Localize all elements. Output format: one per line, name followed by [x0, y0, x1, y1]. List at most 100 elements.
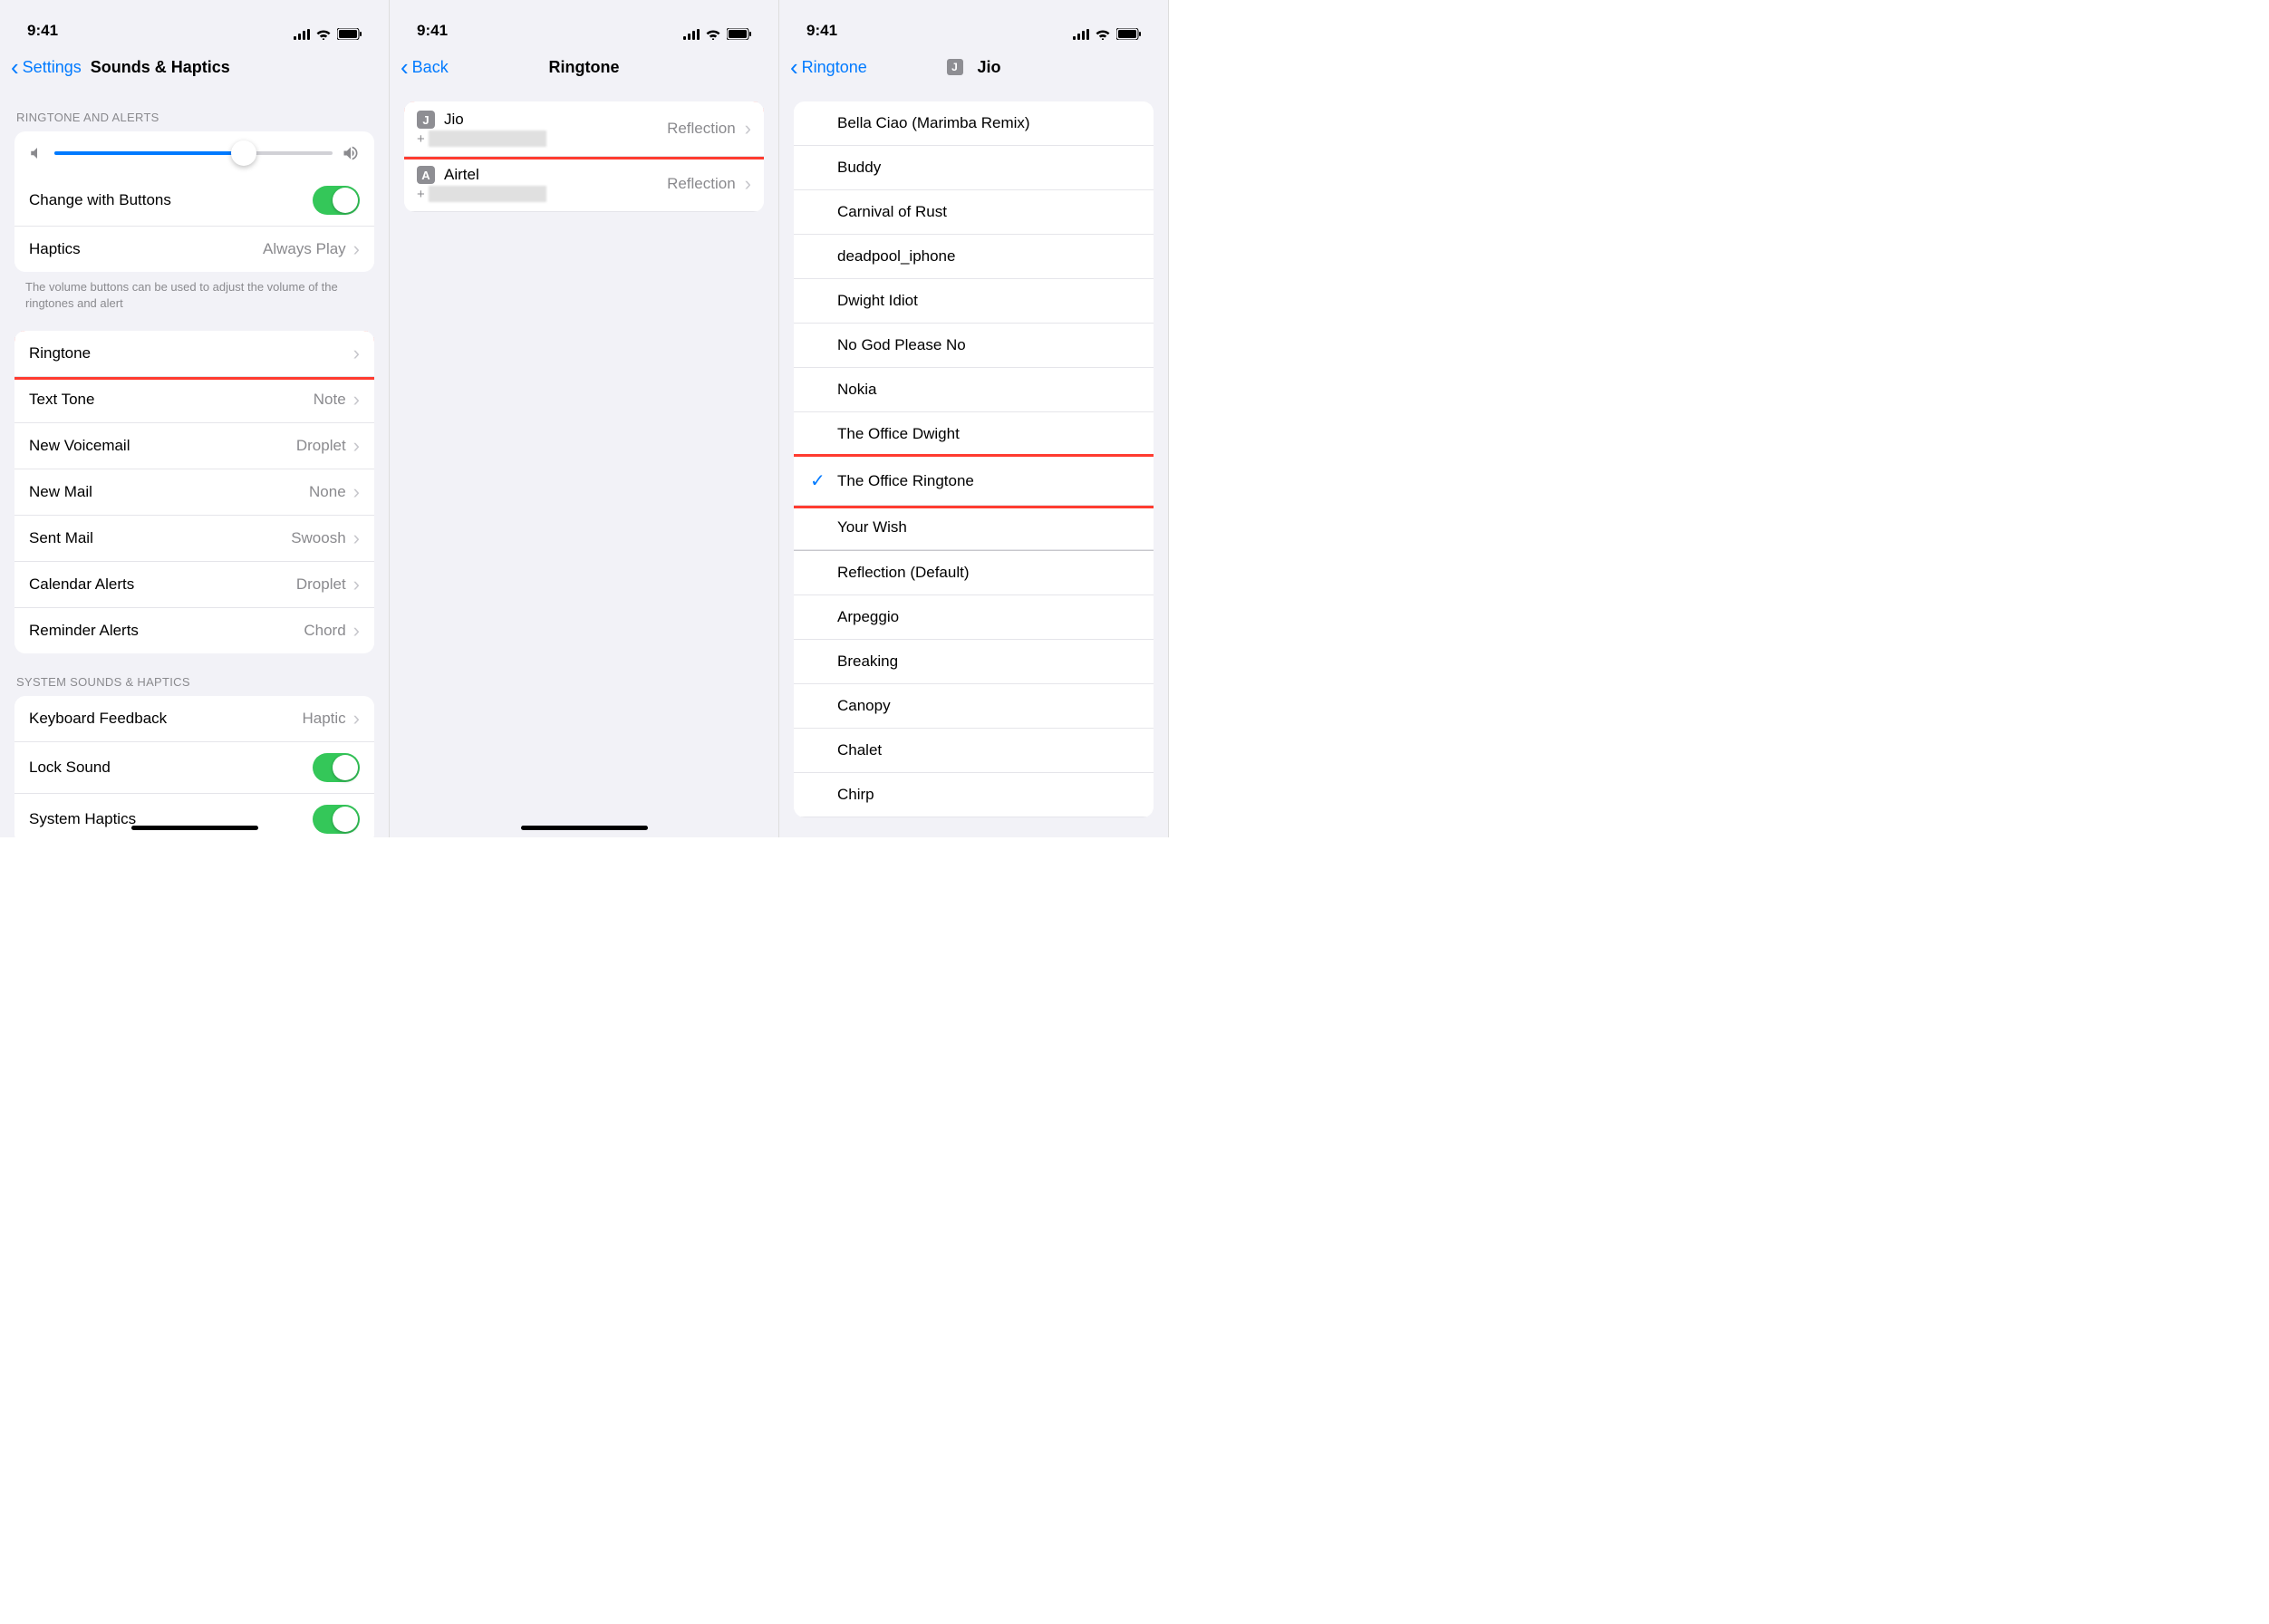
back-label: Ringtone	[802, 58, 867, 77]
chevron-right-icon: ›	[353, 573, 360, 596]
title-text: Jio	[977, 58, 1000, 77]
status-indicators	[1073, 28, 1141, 40]
system-haptics-row[interactable]: System Haptics	[14, 794, 374, 837]
tone-name: Breaking	[837, 652, 1139, 671]
sound-row-sent-mail[interactable]: Sent MailSwoosh›	[14, 516, 374, 562]
lock-sound-row[interactable]: Lock Sound	[14, 742, 374, 794]
tone-row[interactable]: Your Wish	[794, 506, 1154, 550]
cellular-icon	[1073, 29, 1089, 40]
back-button[interactable]: ‹ Back	[401, 55, 449, 79]
status-indicators	[683, 28, 751, 40]
tone-row[interactable]: Chalet	[794, 729, 1154, 773]
sound-row-calendar-alerts[interactable]: Calendar AlertsDroplet›	[14, 562, 374, 608]
tone-name: Bella Ciao (Marimba Remix)	[837, 114, 1139, 132]
tone-row[interactable]: Carnival of Rust	[794, 190, 1154, 235]
row-label: New Voicemail	[29, 437, 296, 455]
tone-name: Nokia	[837, 381, 1139, 399]
sound-row-new-mail[interactable]: New MailNone›	[14, 469, 374, 516]
keyboard-feedback-row[interactable]: Keyboard Feedback Haptic ›	[14, 696, 374, 742]
status-time: 9:41	[27, 22, 58, 40]
chevron-right-icon: ›	[745, 172, 751, 196]
wifi-icon	[315, 28, 332, 40]
tone-row[interactable]: No God Please No	[794, 324, 1154, 368]
chevron-left-icon: ‹	[11, 55, 19, 79]
sim-name: Airtel	[444, 166, 479, 184]
sim-subtitle: +	[417, 186, 667, 202]
chevron-right-icon: ›	[353, 480, 360, 504]
tone-row[interactable]: Bella Ciao (Marimba Remix)	[794, 102, 1154, 146]
row-value: Droplet	[296, 437, 346, 455]
sound-row-ringtone[interactable]: Ringtone›	[14, 331, 374, 377]
sim-row-airtel[interactable]: AAirtel+Reflection›	[404, 157, 764, 212]
screen-ringtone-picker: 9:41 ‹ Ringtone J Jio Bella Ciao (Marimb…	[779, 0, 1169, 837]
tone-name: No God Please No	[837, 336, 1139, 354]
back-button[interactable]: ‹ Settings	[11, 55, 82, 79]
change-with-buttons-row[interactable]: Change with Buttons	[14, 175, 374, 227]
sim-subtitle: +	[417, 130, 667, 147]
tone-row[interactable]: Arpeggio	[794, 595, 1154, 640]
row-label: Ringtone	[29, 344, 346, 362]
tone-name: deadpool_iphone	[837, 247, 1139, 266]
row-label: Keyboard Feedback	[29, 710, 302, 728]
toggle-system-haptics[interactable]	[313, 805, 360, 834]
tone-row[interactable]: Breaking	[794, 640, 1154, 684]
content-scroll[interactable]: Bella Ciao (Marimba Remix) Buddy Carnival …	[779, 89, 1168, 837]
tones-group: Bella Ciao (Marimba Remix) Buddy Carnival …	[794, 102, 1154, 817]
tone-row[interactable]: The Office Dwight	[794, 412, 1154, 457]
system-group: Keyboard Feedback Haptic › Lock Sound Sy…	[14, 696, 374, 837]
back-button[interactable]: ‹ Ringtone	[790, 55, 867, 79]
sound-row-text-tone[interactable]: Text ToneNote›	[14, 377, 374, 423]
battery-icon	[727, 28, 751, 40]
tone-row[interactable]: deadpool_iphone	[794, 235, 1154, 279]
status-time: 9:41	[417, 22, 448, 40]
tone-name: Carnival of Rust	[837, 203, 1139, 221]
home-indicator[interactable]	[521, 826, 648, 830]
tone-name: Chalet	[837, 741, 1139, 759]
slider-thumb[interactable]	[231, 140, 256, 166]
footer-note: The volume buttons can be used to adjust…	[0, 272, 389, 311]
tone-row[interactable]: Dwight Idiot	[794, 279, 1154, 324]
navigation-bar: ‹ Ringtone J Jio	[779, 45, 1168, 89]
sound-row-new-voicemail[interactable]: New VoicemailDroplet›	[14, 423, 374, 469]
content-scroll[interactable]: RINGTONE AND ALERTS Change with Buttons	[0, 89, 389, 837]
tone-name: Arpeggio	[837, 608, 1139, 626]
content-scroll[interactable]: JJio+Reflection›AAirtel+Reflection›	[390, 89, 778, 837]
home-indicator[interactable]	[131, 826, 258, 830]
volume-group: Change with Buttons Haptics Always Play …	[14, 131, 374, 272]
tone-row[interactable]: ✓The Office Ringtone	[794, 457, 1154, 506]
row-label: Haptics	[29, 240, 263, 258]
volume-slider-row	[14, 131, 374, 175]
sim-ringtone-value: Reflection	[667, 120, 736, 138]
chevron-right-icon: ›	[353, 388, 360, 411]
volume-high-icon	[342, 144, 360, 162]
sim-row-jio[interactable]: JJio+Reflection›	[404, 102, 764, 157]
tone-row[interactable]: Reflection (Default)	[794, 551, 1154, 595]
sim-badge-icon: J	[417, 111, 435, 129]
back-label: Settings	[23, 58, 82, 77]
sim-badge-icon: J	[946, 59, 962, 75]
wifi-icon	[1095, 28, 1111, 40]
tone-row[interactable]: Chirp	[794, 773, 1154, 817]
screen-sounds-haptics: 9:41 ‹ Settings Sounds & Haptics RINGTON…	[0, 0, 390, 837]
navigation-bar: ‹ Settings Sounds & Haptics	[0, 45, 389, 89]
wifi-icon	[705, 28, 721, 40]
tone-name: Buddy	[837, 159, 1139, 177]
tone-row[interactable]: Nokia	[794, 368, 1154, 412]
volume-slider[interactable]	[54, 151, 333, 155]
sim-info: JJio+	[417, 111, 667, 147]
haptics-row[interactable]: Haptics Always Play ›	[14, 227, 374, 272]
toggle-lock-sound[interactable]	[313, 753, 360, 782]
sim-ringtone-value: Reflection	[667, 175, 736, 193]
row-label: Sent Mail	[29, 529, 291, 547]
tone-name: The Office Dwight	[837, 425, 1139, 443]
sound-row-reminder-alerts[interactable]: Reminder AlertsChord›	[14, 608, 374, 653]
cellular-icon	[294, 29, 310, 40]
tone-row[interactable]: Buddy	[794, 146, 1154, 190]
status-indicators	[294, 28, 362, 40]
tone-name: Dwight Idiot	[837, 292, 1139, 310]
tone-row[interactable]: Canopy	[794, 684, 1154, 729]
sim-list: JJio+Reflection›AAirtel+Reflection›	[404, 102, 764, 212]
toggle-change-with-buttons[interactable]	[313, 186, 360, 215]
redacted-number	[429, 186, 546, 202]
tone-name: The Office Ringtone	[837, 472, 1139, 490]
